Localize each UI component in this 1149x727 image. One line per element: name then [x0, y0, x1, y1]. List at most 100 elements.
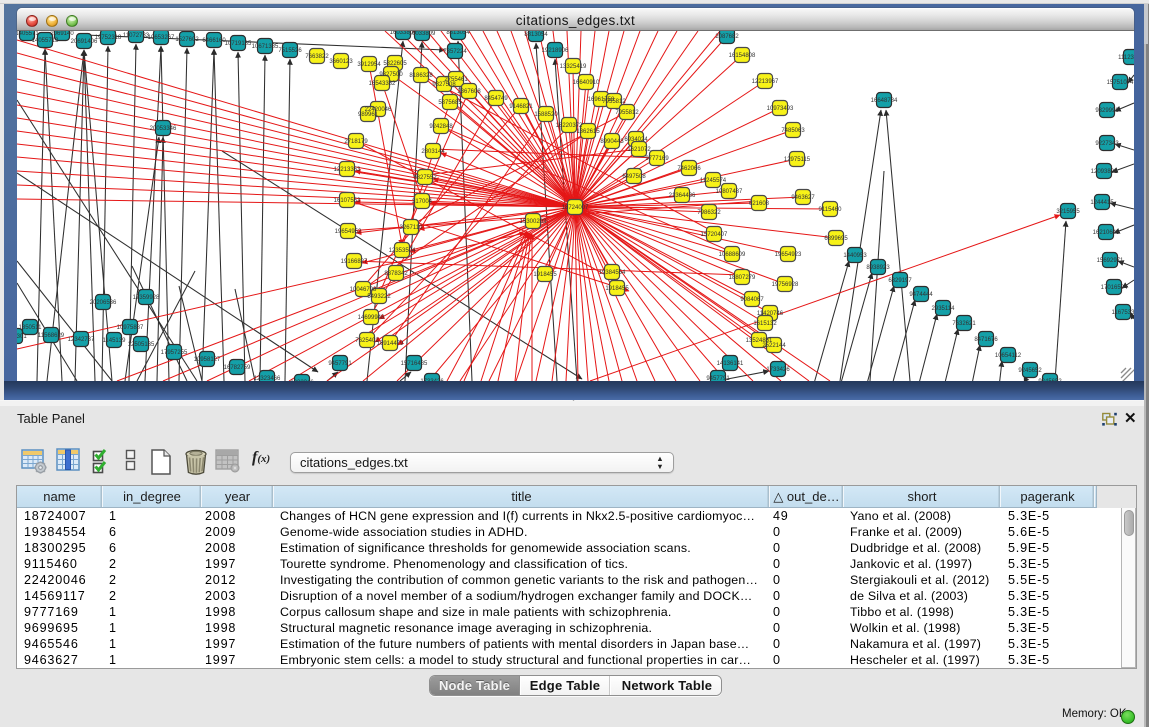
svg-text:18724007: 18724007: [562, 205, 589, 211]
svg-text:17359928: 17359928: [133, 295, 160, 301]
svg-text:19654952: 19654952: [335, 229, 362, 235]
svg-text:19218906: 19218906: [542, 48, 569, 54]
svg-text:7632621: 7632621: [952, 321, 976, 327]
svg-text:17016504: 17016504: [1101, 285, 1128, 291]
svg-text:9242848: 9242848: [429, 124, 453, 130]
svg-text:1615132: 1615132: [753, 321, 777, 327]
svg-text:1918455: 1918455: [605, 286, 629, 292]
svg-text:12213363: 12213363: [334, 167, 361, 173]
svg-text:7955812: 7955812: [615, 110, 639, 116]
svg-text:12093822: 12093822: [1091, 169, 1118, 175]
svg-text:10671385: 10671385: [252, 44, 279, 50]
svg-text:19384554: 19384554: [599, 270, 626, 276]
svg-text:1621072: 1621072: [627, 147, 651, 153]
svg-text:7357224: 7357224: [443, 49, 467, 55]
svg-text:9245652: 9245652: [1018, 368, 1042, 374]
svg-text:8938923: 8938923: [866, 265, 890, 271]
svg-text:6829197: 6829197: [888, 278, 912, 284]
svg-text:1850511: 1850511: [19, 325, 43, 331]
svg-text:12505135: 12505135: [128, 342, 155, 348]
svg-text:11123334: 11123334: [1118, 55, 1134, 61]
svg-text:1733426: 1733426: [766, 367, 790, 373]
svg-text:19654923: 19654923: [775, 252, 802, 258]
svg-text:2087682: 2087682: [715, 34, 739, 40]
svg-text:9329996: 9329996: [1095, 108, 1119, 114]
svg-text:2755461: 2755461: [444, 77, 468, 83]
svg-text:10654112: 10654112: [995, 353, 1022, 359]
svg-text:5875685: 5875685: [438, 100, 462, 106]
svg-text:15720407: 15720407: [701, 232, 728, 238]
svg-text:9227343: 9227343: [1095, 141, 1119, 147]
svg-text:5493222: 5493222: [367, 294, 391, 300]
svg-text:7663822: 7663822: [305, 54, 329, 60]
svg-text:21364436: 21364436: [669, 193, 696, 199]
svg-text:10973493: 10973493: [767, 106, 794, 112]
svg-text:6934024: 6934024: [624, 137, 648, 143]
svg-text:19752318: 19752318: [95, 35, 122, 41]
svg-text:8990443: 8990443: [600, 139, 624, 145]
svg-text:1527602: 1527602: [175, 37, 199, 43]
svg-text:14699948: 14699948: [358, 315, 385, 321]
svg-text:10046798: 10046798: [350, 287, 377, 293]
svg-text:3915301: 3915301: [17, 334, 27, 340]
svg-text:18807279: 18807279: [729, 275, 756, 281]
svg-text:14055713: 14055713: [32, 38, 59, 44]
svg-text:10719185: 10719185: [225, 41, 252, 47]
svg-text:9115460: 9115460: [819, 207, 843, 213]
svg-text:15751074: 15751074: [1107, 80, 1134, 86]
svg-text:2522144: 2522144: [762, 343, 786, 349]
svg-text:7485063: 7485063: [781, 128, 805, 134]
svg-text:2718179: 2718179: [344, 139, 368, 145]
svg-text:1733426: 1733426: [420, 379, 444, 381]
svg-text:10688609: 10688609: [719, 252, 746, 258]
svg-text:3660123: 3660123: [329, 59, 353, 65]
svg-text:8186328: 8186328: [409, 73, 433, 79]
svg-text:6466160: 6466160: [202, 38, 226, 44]
svg-text:17957255: 17957255: [161, 350, 188, 356]
svg-text:16914479: 16914479: [377, 341, 404, 347]
svg-text:9245652: 9245652: [1038, 379, 1062, 381]
svg-text:10653267: 10653267: [148, 35, 175, 41]
svg-text:12975115: 12975115: [784, 157, 811, 163]
svg-text:989961: 989961: [358, 112, 379, 118]
svg-text:12353504: 12353504: [389, 248, 416, 254]
svg-text:16782759: 16782759: [224, 365, 251, 371]
svg-text:6497508: 6497508: [622, 174, 646, 180]
svg-text:16154808: 16154808: [729, 53, 756, 59]
svg-text:9463627: 9463627: [791, 195, 815, 201]
svg-text:9777169: 9777169: [645, 156, 669, 162]
svg-text:2367608: 2367608: [457, 89, 481, 95]
svg-text:9327500: 9327500: [379, 72, 403, 78]
svg-text:9474444: 9474444: [909, 292, 933, 298]
svg-text:8813054: 8813054: [524, 32, 548, 38]
svg-text:317004: 317004: [412, 199, 433, 205]
svg-text:12342737: 12342737: [68, 337, 95, 343]
svg-text:11420746: 11420746: [757, 311, 784, 317]
svg-text:10807487: 10807487: [716, 189, 743, 195]
svg-text:15716485: 15716485: [401, 361, 428, 367]
svg-text:16107553: 16107553: [334, 198, 361, 204]
svg-text:2803144: 2803144: [421, 149, 445, 155]
svg-text:1918455: 1918455: [533, 272, 557, 278]
svg-text:7986322: 7986322: [697, 210, 721, 216]
svg-text:14136141: 14136141: [717, 361, 744, 367]
svg-text:16543382: 16543382: [369, 81, 396, 87]
svg-text:3912954: 3912954: [357, 62, 381, 68]
svg-text:6899695: 6899695: [824, 236, 848, 242]
svg-text:15300203: 15300203: [520, 219, 547, 225]
svg-text:11245574: 11245574: [700, 178, 727, 184]
svg-text:1440953: 1440953: [843, 253, 867, 259]
svg-text:19756928: 19756928: [772, 282, 799, 288]
svg-text:1167533: 1167533: [1112, 310, 1134, 316]
svg-text:1588520: 1588520: [534, 112, 558, 118]
svg-text:8454749: 8454749: [484, 96, 508, 102]
svg-text:9827552: 9827552: [413, 175, 437, 181]
svg-text:8878342: 8878342: [384, 271, 408, 277]
svg-text:10975887: 10975887: [117, 325, 144, 331]
svg-text:19166827: 19166827: [341, 259, 368, 265]
svg-text:10958127: 10958127: [194, 357, 221, 363]
svg-text:2935114: 2935114: [932, 306, 956, 312]
svg-text:1244415: 1244415: [1090, 200, 1114, 206]
svg-text:15692971: 15692971: [1097, 258, 1124, 264]
svg-text:9457791: 9457791: [328, 361, 352, 367]
